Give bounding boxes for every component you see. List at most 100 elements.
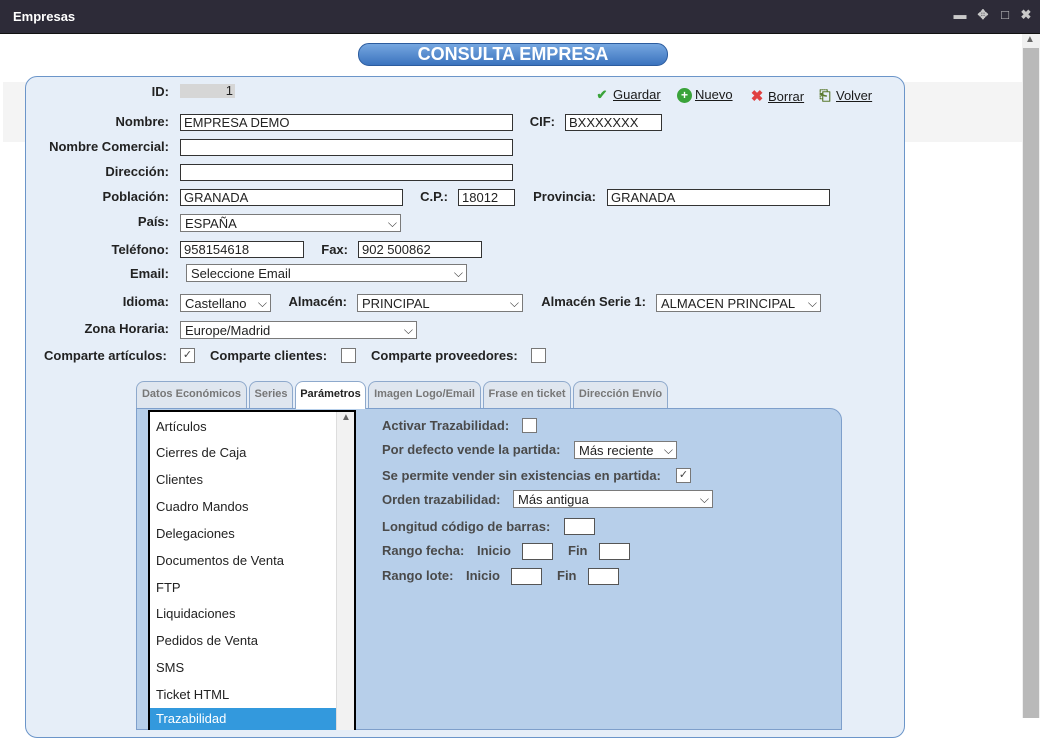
chevron-down-icon: ⌵ [807, 296, 817, 310]
comparte-clientes-checkbox[interactable] [341, 348, 356, 363]
comparte-clientes-label: Comparte clientes: [210, 348, 328, 363]
idioma-value: Castellano [185, 296, 247, 311]
sin-existencias-label: Se permite vender sin existencias en par… [382, 468, 661, 483]
rango-fecha-fin-input[interactable] [599, 543, 630, 560]
rango-lote-fin-label: Fin [557, 568, 577, 583]
orden-trazabilidad-select[interactable]: Más antigua ⌵ [513, 490, 713, 508]
chevron-down-icon: ⌵ [257, 296, 267, 310]
cif-input[interactable]: BXXXXXXX [565, 114, 662, 131]
tab-imagen-logo-email[interactable]: Imagen Logo/Email [368, 381, 481, 408]
tab-parametros[interactable]: Parámetros [295, 381, 366, 409]
tab-frase-en-ticket[interactable]: Frase en ticket [483, 381, 571, 408]
cp-label: C.P.: [420, 189, 448, 204]
check-icon: ✔ [596, 87, 608, 102]
longitud-codigo-label: Longitud código de barras: [382, 519, 551, 534]
orden-trazabilidad-label: Orden trazabilidad: [382, 492, 501, 507]
window-scrollbar[interactable]: ▲ [1022, 34, 1040, 718]
back-label: Volver [836, 88, 873, 103]
tab-direccion-envio[interactable]: Dirección Envío [573, 381, 668, 408]
sin-existencias-checkbox[interactable]: ✓ [676, 468, 691, 483]
vende-partida-value: Más reciente [579, 443, 654, 458]
rango-fecha-inicio-input[interactable] [522, 543, 553, 560]
window-titlebar: Empresas ▬ ✥ □ ✖ [0, 0, 1040, 34]
list-item[interactable]: Pedidos de Venta [156, 633, 258, 648]
list-item[interactable]: Clientes [156, 472, 203, 487]
move-icon[interactable]: ✥ [976, 8, 990, 22]
new-label: Nuevo [695, 87, 733, 102]
list-item[interactable]: SMS [156, 660, 184, 675]
list-item[interactable]: Delegaciones [156, 526, 235, 541]
add-icon: + [677, 88, 692, 103]
rango-lote-inicio-input[interactable] [511, 568, 542, 585]
back-button[interactable]: ⎗ Volver [817, 87, 872, 104]
almacen-serie-label: Almacén Serie 1: [541, 294, 646, 309]
almacen-serie-value: ALMACEN PRINCIPAL [661, 296, 796, 311]
provincia-input[interactable]: GRANADA [607, 189, 830, 206]
activar-trazabilidad-checkbox[interactable] [522, 418, 537, 433]
almacen-serie-select[interactable]: ALMACEN PRINCIPAL ⌵ [656, 294, 821, 312]
comparte-articulos-checkbox[interactable]: ✓ [180, 348, 195, 363]
cif-label: CIF: [529, 114, 555, 129]
chevron-down-icon: ⌵ [403, 323, 413, 337]
pais-select[interactable]: ESPAÑA ⌵ [180, 214, 401, 232]
list-item[interactable]: Ticket HTML [156, 687, 229, 702]
activar-trazabilidad-label: Activar Trazabilidad: [382, 418, 510, 433]
chevron-down-icon: ⌵ [509, 296, 519, 310]
parameter-listbox[interactable]: Artículos Cierres de Caja Clientes Cuadr… [148, 410, 356, 730]
chevron-down-icon: ⌵ [663, 443, 673, 457]
orden-trazabilidad-value: Más antigua [518, 492, 589, 507]
fax-input[interactable]: 902 500862 [358, 241, 482, 258]
save-label: Guardar [613, 87, 661, 102]
check-icon: ✓ [182, 349, 193, 361]
email-label: Email: [129, 266, 169, 281]
nombre-comercial-label: Nombre Comercial: [49, 139, 169, 154]
almacen-select[interactable]: PRINCIPAL ⌵ [357, 294, 523, 312]
list-item[interactable]: Documentos de Venta [156, 553, 284, 568]
list-item[interactable]: FTP [156, 580, 181, 595]
direccion-input[interactable] [180, 164, 513, 181]
list-item[interactable]: Liquidaciones [156, 606, 236, 621]
minimize-icon[interactable]: ▬ [953, 8, 967, 22]
list-item[interactable]: Artículos [156, 419, 207, 434]
tab-datos-economicos[interactable]: Datos Económicos [136, 381, 247, 408]
scroll-up-icon[interactable]: ▲ [1025, 34, 1035, 45]
rango-lote-label: Rango lote: [382, 568, 454, 583]
longitud-codigo-input[interactable] [564, 518, 595, 535]
list-item-selected[interactable]: Trazabilidad [150, 708, 338, 730]
maximize-icon[interactable]: □ [998, 8, 1012, 22]
email-select[interactable]: Seleccione Email ⌵ [186, 264, 467, 282]
poblacion-label: Población: [102, 189, 169, 204]
list-item[interactable]: Cierres de Caja [156, 445, 246, 460]
pais-label: País: [137, 214, 169, 229]
telefono-input[interactable]: 958154618 [180, 241, 304, 258]
zona-horaria-select[interactable]: Europe/Madrid ⌵ [180, 321, 417, 339]
chevron-down-icon: ⌵ [453, 266, 463, 280]
rango-fecha-fin-label: Fin [568, 543, 588, 558]
delete-button[interactable]: ✖ Borrar [749, 87, 804, 105]
chevron-down-icon: ⌵ [699, 492, 709, 506]
idioma-label: Idioma: [122, 294, 169, 309]
close-icon[interactable]: ✖ [1019, 8, 1033, 22]
vende-partida-select[interactable]: Más reciente ⌵ [574, 441, 677, 459]
delete-icon: ✖ [750, 88, 764, 105]
almacen-label: Almacén: [288, 294, 347, 309]
scrollbar-thumb[interactable] [1023, 48, 1039, 718]
scroll-up-icon[interactable]: ▲ [341, 412, 351, 423]
nombre-input[interactable]: EMPRESA DEMO [180, 114, 513, 131]
provincia-label: Provincia: [533, 189, 596, 204]
almacen-value: PRINCIPAL [362, 296, 430, 311]
tab-series[interactable]: Series [249, 381, 293, 408]
cp-input[interactable]: 18012 [458, 189, 515, 206]
nombre-comercial-input[interactable] [180, 139, 513, 156]
rango-lote-fin-input[interactable] [588, 568, 619, 585]
save-button[interactable]: ✔ Guardar [594, 87, 661, 103]
list-scrollbar[interactable]: ▲ [336, 412, 354, 730]
check-icon: ✓ [678, 469, 689, 481]
poblacion-input[interactable]: GRANADA [180, 189, 403, 206]
rango-fecha-label: Rango fecha: [382, 543, 465, 558]
list-item[interactable]: Cuadro Mandos [156, 499, 249, 514]
zona-horaria-value: Europe/Madrid [185, 323, 271, 338]
new-button[interactable]: + Nuevo [677, 87, 733, 103]
idioma-select[interactable]: Castellano ⌵ [180, 294, 271, 312]
comparte-proveedores-checkbox[interactable] [531, 348, 546, 363]
